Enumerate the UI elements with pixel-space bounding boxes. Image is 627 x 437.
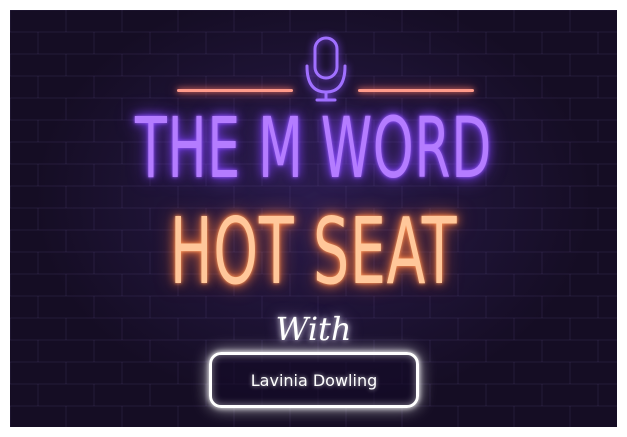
- guest-name: Lavinia Dowling: [250, 370, 378, 390]
- podcast-poster: THE M WORD HOT SEAT With Lavinia Dowling: [10, 10, 617, 427]
- title-line-1: THE M WORD: [135, 99, 492, 197]
- title-line-2: HOT SEAT: [169, 198, 458, 305]
- guest-name-box: Lavinia Dowling: [209, 352, 419, 408]
- with-script-text: With: [275, 310, 352, 348]
- image-frame: THE M WORD HOT SEAT With Lavinia Dowling: [0, 0, 627, 437]
